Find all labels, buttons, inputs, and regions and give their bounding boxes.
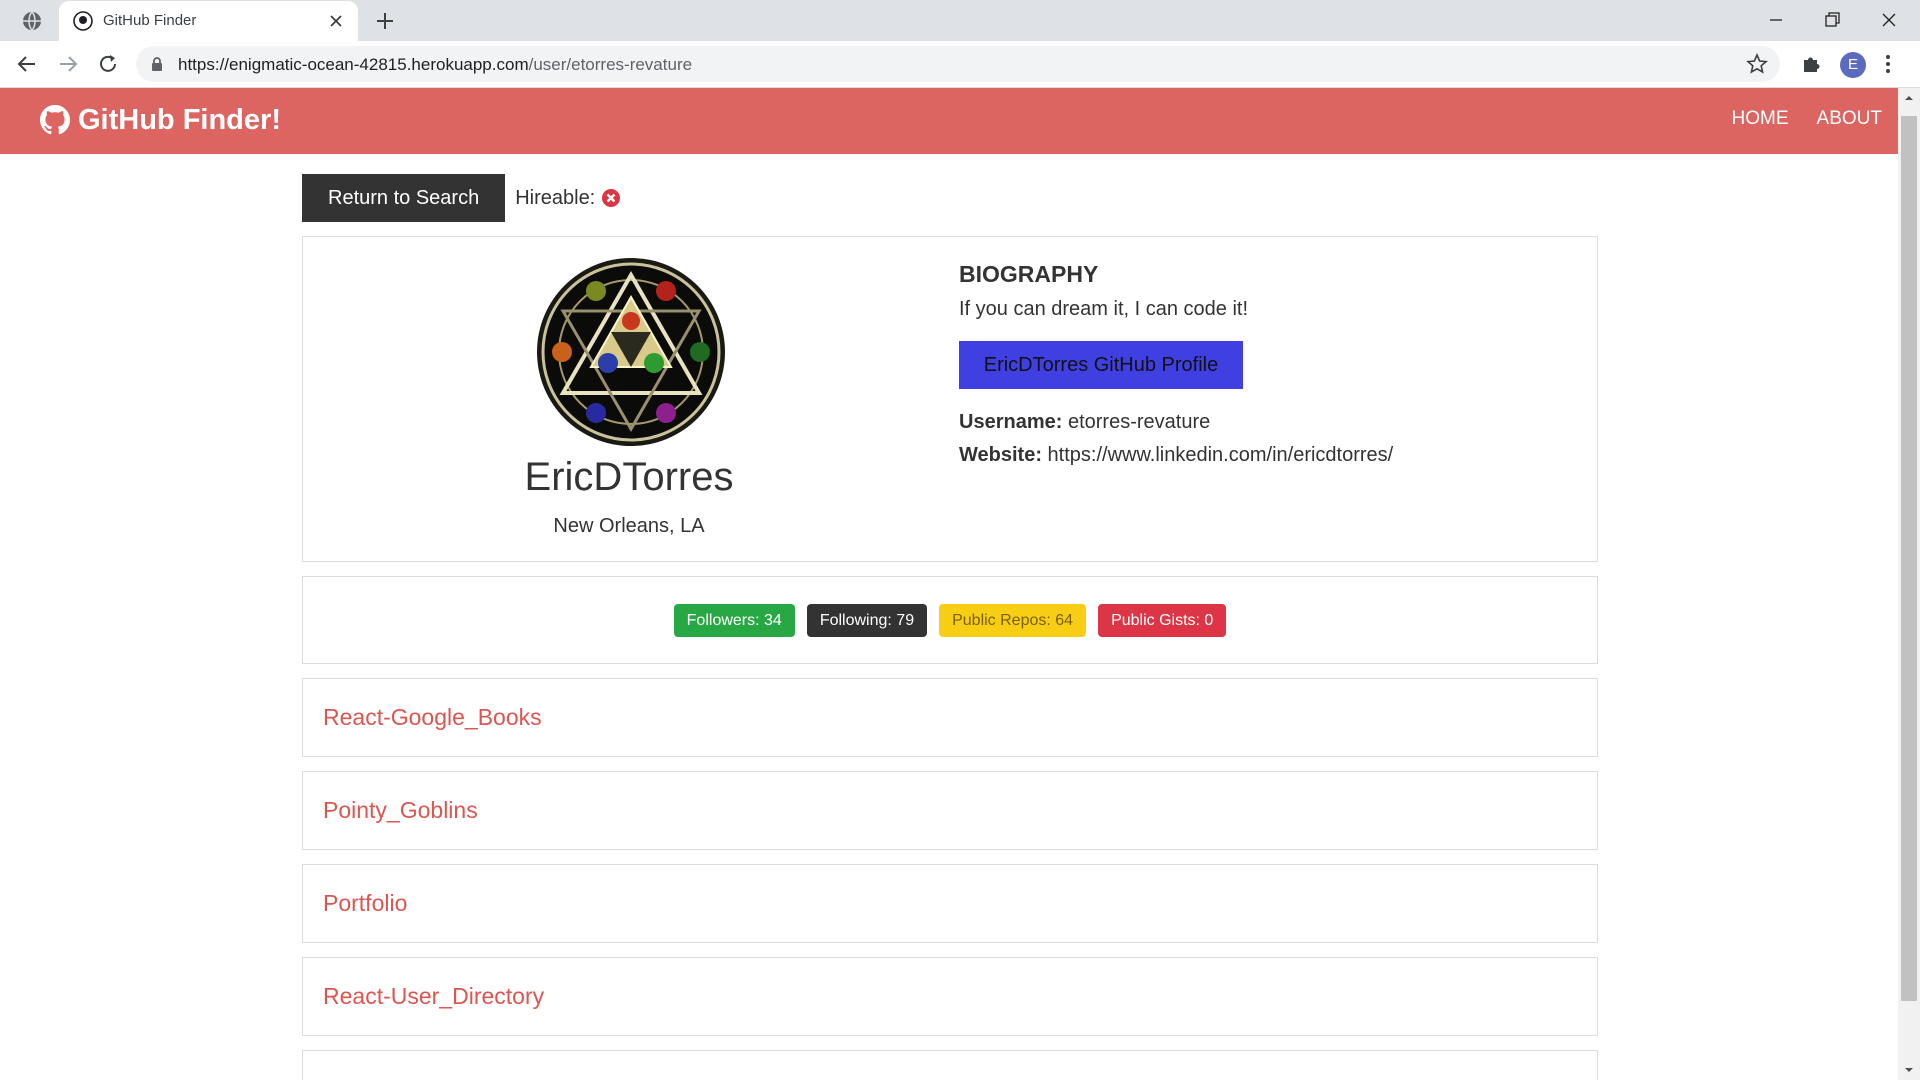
- stats-card: Followers: 34 Following: 79 Public Repos…: [302, 576, 1598, 664]
- bookmark-star-icon[interactable]: [1746, 53, 1768, 75]
- repo-link[interactable]: Portfolio: [323, 890, 407, 917]
- url-path: /user/etorres-revature: [528, 55, 693, 74]
- restore-icon[interactable]: [1818, 7, 1846, 33]
- reload-icon[interactable]: [96, 52, 120, 76]
- user-avatar-image: [537, 258, 725, 446]
- github-profile-button[interactable]: EricDTorres GitHub Profile: [959, 341, 1243, 389]
- top-actions: Return to Search Hireable:: [302, 174, 1598, 222]
- page-viewport: GitHub Finder! HOME ABOUT Return to Sear…: [0, 88, 1898, 1080]
- website-value: https://www.linkedin.com/in/ericdtorres/: [1047, 444, 1394, 466]
- website-label: Website:: [959, 444, 1042, 466]
- back-arrow-icon[interactable]: [15, 52, 39, 76]
- username-value: etorres-revature: [1067, 411, 1211, 433]
- hireable-label: Hireable:: [515, 186, 596, 209]
- url-text: https://enigmatic-ocean-42815.herokuapp.…: [178, 55, 692, 75]
- main-container: Return to Search Hireable: EricDTorres N…: [302, 174, 1598, 1080]
- minimize-icon[interactable]: [1762, 7, 1790, 33]
- scrollbar-thumb[interactable]: [1901, 116, 1917, 1001]
- browser-toolbar: https://enigmatic-ocean-42815.herokuapp.…: [0, 41, 1920, 88]
- biography-text: If you can dream it, I can code it!: [959, 298, 1249, 320]
- username-line: Username: etorres-revature: [959, 411, 1393, 434]
- hireable-status: Hireable:: [515, 187, 621, 210]
- browser-tab-active[interactable]: GitHub Finder: [59, 1, 358, 41]
- repo-link[interactable]: React-Google_Books: [323, 704, 542, 731]
- app-navbar: GitHub Finder! HOME ABOUT: [0, 88, 1898, 154]
- profile-details: BIOGRAPHY If you can dream it, I can cod…: [959, 261, 1393, 467]
- repo-item: React-Google_Books: [302, 678, 1598, 757]
- profile-location: New Orleans, LA: [553, 515, 705, 537]
- repo-link[interactable]: Pointy_Goblins: [323, 797, 478, 824]
- close-tab-icon[interactable]: [326, 11, 346, 31]
- page-scrollbar[interactable]: [1898, 88, 1920, 1080]
- profile-name: EricDTorres: [524, 455, 734, 499]
- forward-arrow-icon[interactable]: [56, 52, 80, 76]
- followers-badge: Followers: 34: [673, 603, 795, 637]
- public-repos-badge: Public Repos: 64: [939, 603, 1087, 637]
- github-logo-icon: [40, 105, 70, 135]
- profile-card: EricDTorres New Orleans, LA BIOGRAPHY If…: [302, 236, 1598, 562]
- scroll-up-arrow-icon[interactable]: [1903, 92, 1915, 104]
- globe-icon[interactable]: [22, 11, 42, 31]
- new-tab-icon[interactable]: [374, 10, 396, 32]
- website-line: Website: https://www.linkedin.com/in/eri…: [959, 444, 1393, 467]
- repo-item-partial: [302, 1050, 1598, 1080]
- address-bar[interactable]: https://enigmatic-ocean-42815.herokuapp.…: [136, 46, 1780, 82]
- repo-item: Portfolio: [302, 864, 1598, 943]
- url-host: https://enigmatic-ocean-42815.herokuapp.…: [178, 55, 529, 74]
- github-favicon-icon: [73, 11, 93, 31]
- tab-title: GitHub Finder: [103, 12, 197, 29]
- public-gists-badge: Public Gists: 0: [1098, 603, 1227, 637]
- browser-menu-icon[interactable]: [1882, 52, 1894, 76]
- username-label: Username:: [959, 411, 1063, 433]
- lock-icon[interactable]: [150, 56, 164, 72]
- brand-title: GitHub Finder!: [78, 103, 281, 136]
- return-to-search-button[interactable]: Return to Search: [302, 174, 506, 222]
- browser-tabstrip: GitHub Finder: [0, 0, 1920, 41]
- browser-profile-avatar[interactable]: E: [1840, 52, 1866, 78]
- extensions-puzzle-icon[interactable]: [1800, 52, 1824, 76]
- repo-item: React-User_Directory: [302, 957, 1598, 1036]
- repo-item: Pointy_Goblins: [302, 771, 1598, 850]
- biography-heading: BIOGRAPHY: [959, 261, 1099, 287]
- close-window-icon[interactable]: [1875, 7, 1903, 33]
- nav-home-link[interactable]: HOME: [1732, 108, 1789, 130]
- repo-link[interactable]: React-User_Directory: [323, 983, 544, 1010]
- not-hireable-x-icon: [602, 189, 621, 207]
- brand[interactable]: GitHub Finder!: [40, 100, 281, 140]
- app-nav: HOME ABOUT: [1704, 108, 1882, 130]
- following-badge: Following: 79: [806, 603, 928, 637]
- nav-about-link[interactable]: ABOUT: [1817, 108, 1882, 130]
- scroll-down-arrow-icon[interactable]: [1903, 1064, 1915, 1076]
